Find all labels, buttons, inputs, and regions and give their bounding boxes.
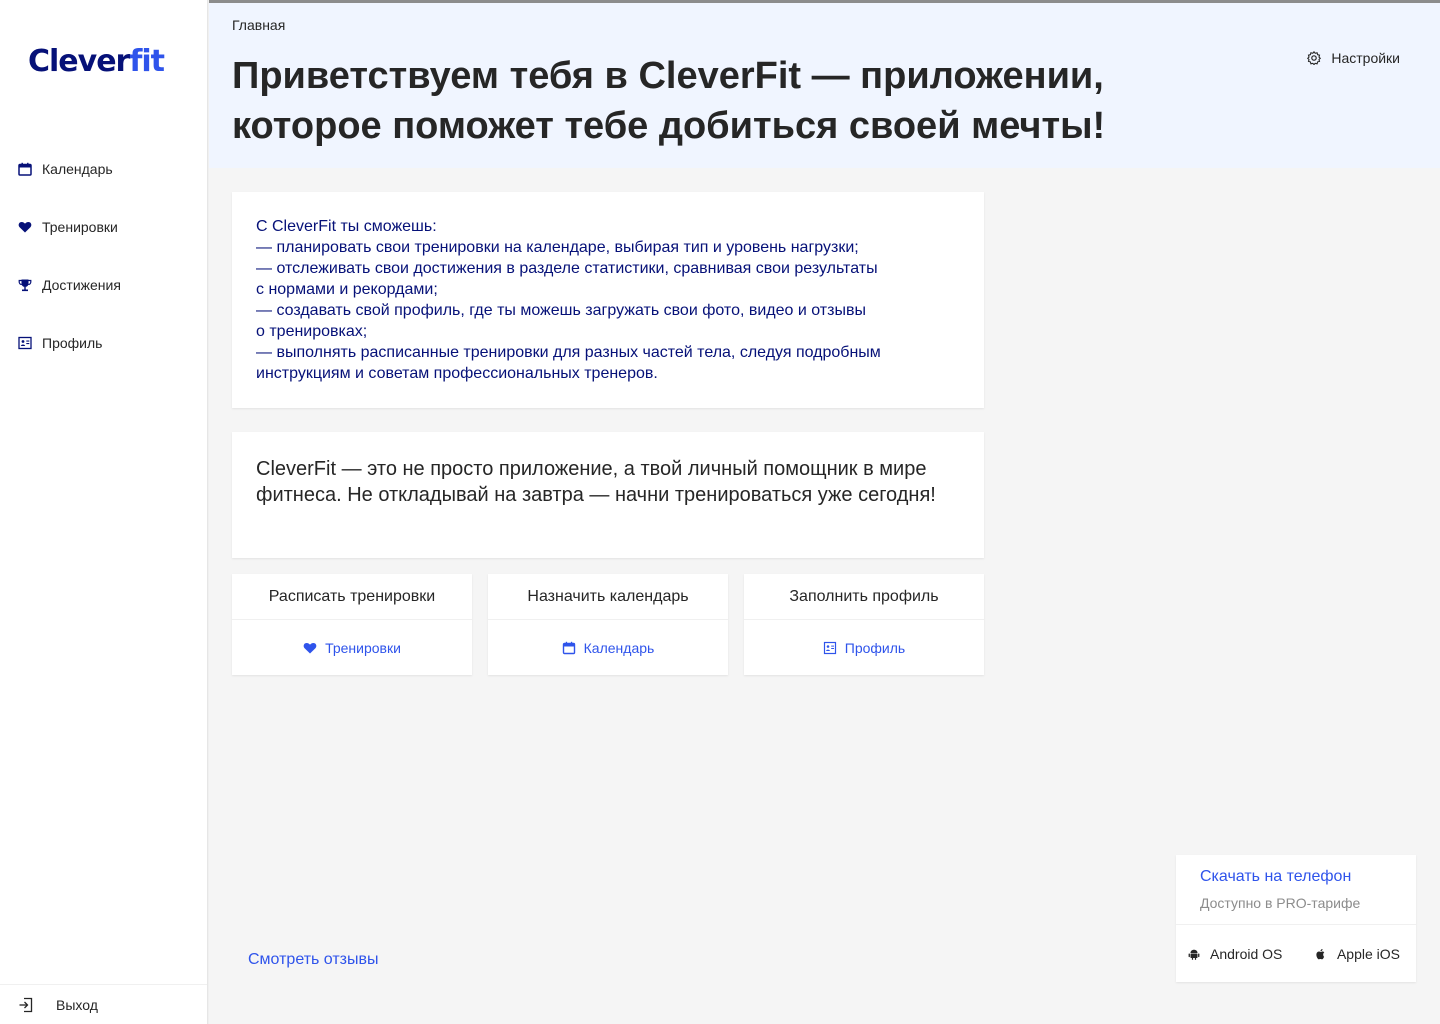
workouts-link-label: Тренировки (325, 639, 401, 656)
logout-label: Выход (56, 996, 98, 1013)
info-line: С CleverFit ты сможешь: (256, 218, 437, 235)
action-card-title: Назначить календарь (488, 574, 728, 620)
download-subtitle: Доступно в PRO-тарифе (1200, 895, 1361, 911)
ios-label: Apple iOS (1336, 945, 1400, 962)
profile-link[interactable]: Профиль (744, 620, 984, 675)
apple-icon (1315, 948, 1327, 960)
idcard-icon (18, 336, 32, 350)
info-line: — выполнять расписанные тренировки для р… (256, 344, 881, 361)
calendar-icon (18, 162, 32, 176)
info-line: — создавать свой профиль, где ты можешь … (256, 302, 866, 319)
android-icon (1188, 948, 1200, 960)
ios-download-button[interactable]: Apple iOS (1315, 946, 1400, 962)
sidebar-item-calendar[interactable]: Календарь (0, 140, 208, 198)
action-card-workouts: Расписать тренировки Тренировки (232, 574, 472, 675)
android-download-button[interactable]: Android OS (1188, 946, 1282, 962)
download-title[interactable]: Скачать на телефон (1200, 867, 1392, 887)
action-card-profile: Заполнить профиль Профиль (744, 574, 984, 675)
action-card-title: Заполнить профиль (744, 574, 984, 620)
page-header: Главная Настройки Приветствуем тебя в Cl… (209, 0, 1440, 168)
download-card-header: Скачать на телефон Доступно в PRO-тарифе (1176, 855, 1416, 925)
info-line: инструкциям и советам профессиональных т… (256, 365, 658, 382)
sidebar-item-label: Профиль (42, 335, 103, 351)
action-card-title: Расписать тренировки (232, 574, 472, 620)
trophy-icon (18, 278, 32, 292)
sidebar-item-achievements[interactable]: Достижения (0, 256, 208, 314)
workouts-link[interactable]: Тренировки (232, 620, 472, 675)
gear-icon (1307, 51, 1322, 65)
info-card: С CleverFit ты сможешь: — планировать св… (232, 192, 984, 408)
page-title: Приветствуем тебя в CleverFit — приложен… (232, 55, 1106, 147)
download-options: Android OS Apple iOS (1176, 925, 1416, 982)
sidebar-item-workouts[interactable]: Тренировки (0, 198, 208, 256)
sidebar-item-profile[interactable]: Профиль (0, 314, 208, 372)
promo-card: CleverFit — это не просто приложение, а … (232, 432, 984, 558)
sidebar: Cleverfit Календарь Тренировки Достижени… (0, 0, 208, 1024)
sidebar-item-label: Тренировки (42, 219, 118, 235)
idcard-icon (823, 641, 837, 655)
download-card: Скачать на телефон Доступно в PRO-тарифе… (1176, 855, 1416, 982)
profile-link-label: Профиль (844, 639, 906, 656)
view-reviews-link[interactable]: Смотреть отзывы (248, 951, 379, 969)
info-line: — отслеживать свои достижения в разделе … (256, 260, 878, 277)
sidebar-item-label: Достижения (42, 277, 121, 293)
info-line: — планировать свои тренировки на календа… (256, 239, 859, 256)
android-label: Android OS (1210, 945, 1283, 962)
action-card-calendar: Назначить календарь Календарь (488, 574, 728, 675)
heart-icon (18, 220, 32, 234)
promo-text: CleverFit — это не просто приложение, а … (256, 458, 936, 506)
settings-label: Настройки (1331, 50, 1400, 66)
sidebar-nav: Календарь Тренировки Достижения Профиль (0, 140, 208, 372)
calendar-icon (562, 641, 576, 655)
heart-icon (303, 641, 317, 655)
logout-icon (18, 997, 34, 1013)
logout-button[interactable]: Выход (0, 984, 207, 1024)
breadcrumb[interactable]: Главная (232, 17, 285, 33)
info-line: с нормами и рекордами; (256, 281, 438, 298)
sidebar-item-label: Календарь (42, 161, 113, 177)
settings-button[interactable]: Настройки (1307, 50, 1400, 66)
info-line: о тренировках; (256, 323, 368, 340)
app-logo[interactable]: Cleverfit (28, 44, 165, 79)
calendar-link-label: Календарь (583, 639, 655, 656)
calendar-link[interactable]: Календарь (488, 620, 728, 675)
